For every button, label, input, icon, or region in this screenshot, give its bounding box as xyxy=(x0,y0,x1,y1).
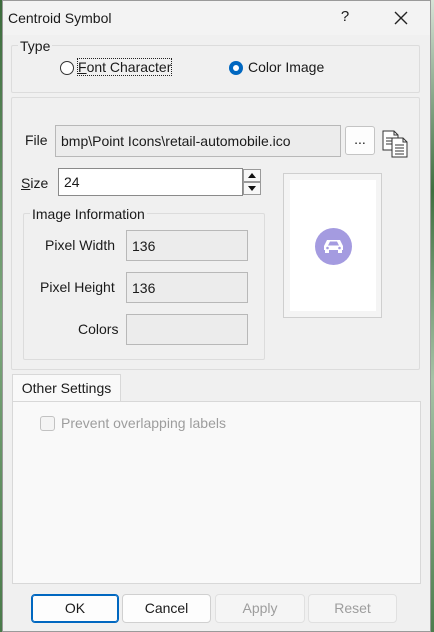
car-icon xyxy=(315,228,352,265)
copy-documents-icon xyxy=(382,130,408,158)
symbol-preview xyxy=(283,173,382,318)
size-decrement-button[interactable] xyxy=(243,182,261,195)
chevron-down-icon xyxy=(248,186,256,191)
prevent-overlapping-labels-checkbox[interactable] xyxy=(40,416,55,431)
colors-field xyxy=(126,314,248,345)
chevron-up-icon xyxy=(248,173,256,178)
size-label-rest: ize xyxy=(30,175,49,191)
apply-button[interactable]: Apply xyxy=(215,594,305,623)
color-image-radio[interactable] xyxy=(229,61,243,75)
file-path-field[interactable]: bmp\Point Icons\retail-automobile.ico xyxy=(55,125,341,157)
browse-button[interactable]: ... xyxy=(345,126,375,155)
dialog-title: Centroid Symbol xyxy=(8,10,112,26)
type-group-legend: Type xyxy=(18,38,53,54)
cancel-button[interactable]: Cancel xyxy=(122,594,211,623)
symbol-preview-canvas xyxy=(290,180,376,311)
pixel-height-label: Pixel Height xyxy=(40,279,115,295)
title-bar: Centroid Symbol ? xyxy=(3,1,430,35)
font-character-label-rest: ont Character xyxy=(86,59,172,75)
colors-label: Colors xyxy=(78,321,119,337)
tab-other-settings[interactable]: Other Settings xyxy=(12,374,121,402)
image-information-legend: Image Information xyxy=(30,206,147,222)
size-increment-button[interactable] xyxy=(243,169,261,182)
file-label: File xyxy=(25,132,48,148)
help-button[interactable]: ? xyxy=(336,8,354,25)
close-icon xyxy=(394,11,408,25)
copy-file-button[interactable] xyxy=(381,128,411,158)
pixel-width-label: Pixel Width xyxy=(45,237,116,253)
size-input[interactable]: 24 xyxy=(58,168,243,196)
prevent-overlapping-labels-label: Prevent overlapping labels xyxy=(61,415,226,431)
font-character-radio[interactable] xyxy=(60,61,74,75)
pixel-width-field: 136 xyxy=(126,230,248,261)
pixel-height-field: 136 xyxy=(126,272,248,303)
reset-button[interactable]: Reset xyxy=(308,594,397,623)
close-button[interactable] xyxy=(386,4,416,32)
centroid-symbol-dialog: Centroid Symbol ? Type Font Character Co… xyxy=(2,0,431,632)
font-character-label[interactable]: Font Character xyxy=(76,58,173,76)
size-label: Size xyxy=(21,175,49,191)
other-settings-panel: Prevent overlapping labels xyxy=(12,401,421,584)
color-image-label[interactable]: Color Image xyxy=(248,59,324,75)
ok-button[interactable]: OK xyxy=(31,594,119,623)
